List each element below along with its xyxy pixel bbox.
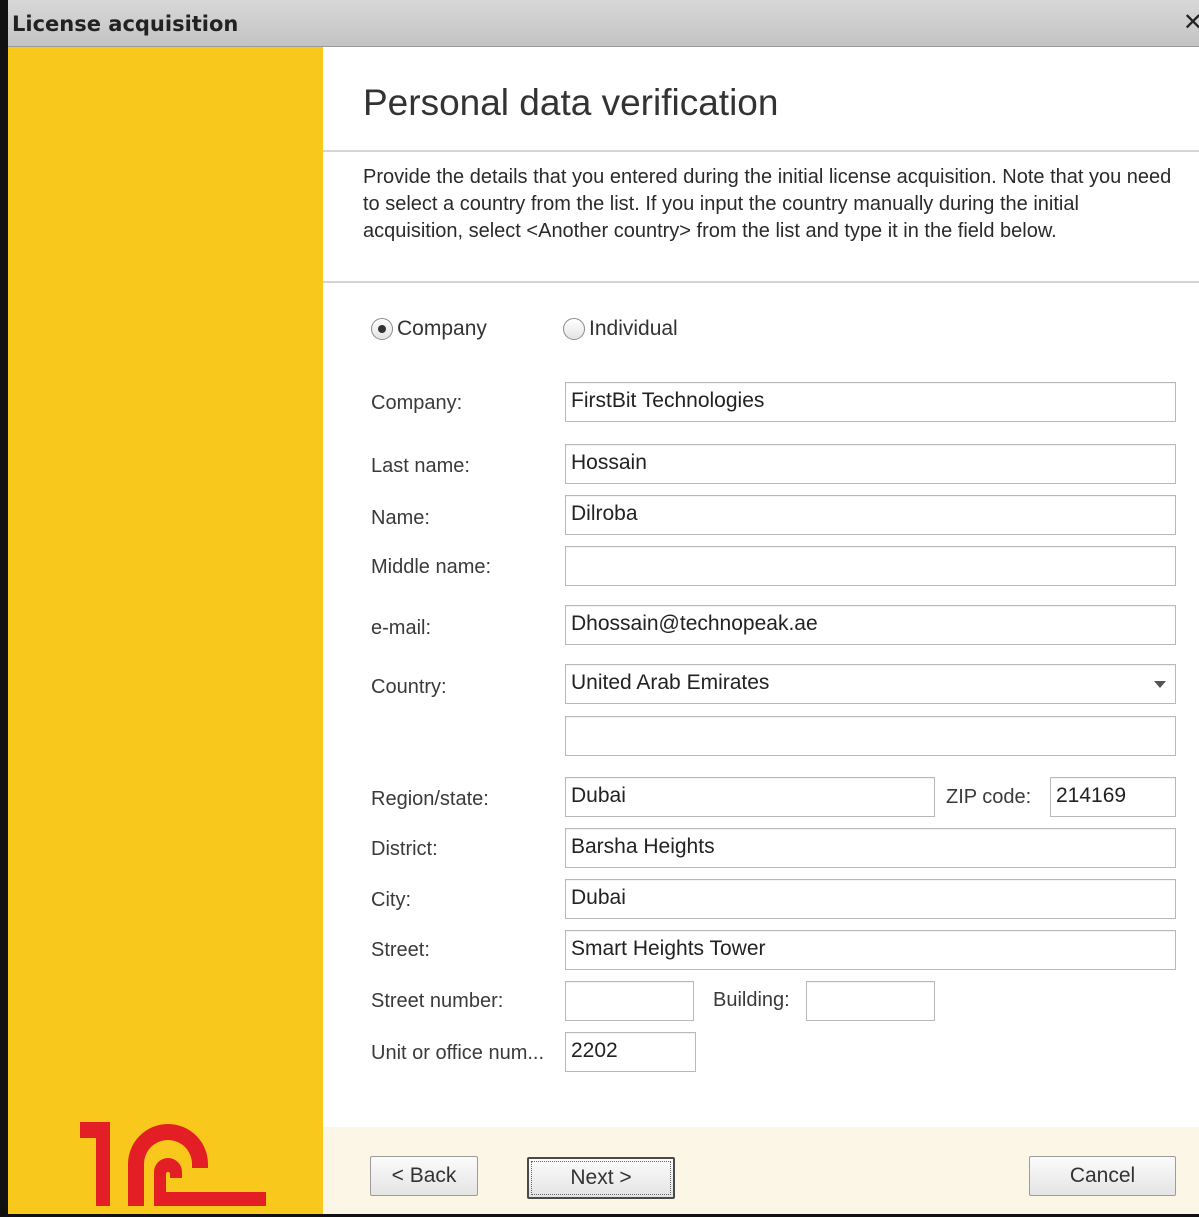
last-name-field[interactable]: Hossain (565, 444, 1176, 484)
license-acquisition-window: License acquisition ✕ Personal data veri… (0, 0, 1199, 1217)
back-button[interactable]: < Back (370, 1156, 478, 1196)
district-label: District: (371, 838, 438, 860)
close-icon[interactable]: ✕ (1183, 8, 1199, 36)
city-field[interactable]: Dubai (565, 879, 1176, 919)
chevron-down-icon (1154, 680, 1166, 688)
radio-individual-button[interactable] (563, 318, 585, 340)
next-button-label: Next > (570, 1166, 632, 1189)
title-bar: License acquisition ✕ (8, 0, 1199, 47)
radio-company-label: Company (397, 317, 487, 340)
country-label: Country: (371, 676, 447, 698)
name-label: Name: (371, 507, 430, 529)
radio-company[interactable]: Company (371, 317, 487, 341)
other-country-field[interactable] (565, 716, 1176, 756)
unit-field[interactable]: 2202 (565, 1032, 696, 1072)
street-number-label: Street number: (371, 990, 504, 1012)
sidebar (8, 47, 323, 1214)
title-divider (323, 150, 1199, 152)
country-selected-value: United Arab Emirates (571, 671, 770, 694)
country-dropdown-button[interactable] (1146, 666, 1174, 702)
unit-label: Unit or office num... (371, 1042, 545, 1064)
radio-company-button[interactable] (371, 318, 393, 340)
company-label: Company: (371, 392, 463, 414)
next-button[interactable]: Next > (527, 1157, 675, 1199)
company-field[interactable]: FirstBit Technologies (565, 382, 1176, 422)
name-field[interactable]: Dilroba (565, 495, 1176, 535)
middle-name-field[interactable] (565, 546, 1176, 586)
city-label: City: (371, 889, 411, 911)
country-select[interactable]: United Arab Emirates (565, 664, 1176, 704)
street-number-field[interactable] (565, 981, 694, 1021)
radio-selected-dot (378, 325, 386, 333)
footer-button-bar: < Back Next > Cancel (323, 1127, 1199, 1214)
last-name-label: Last name: (371, 455, 470, 477)
window-title: License acquisition (12, 12, 239, 36)
main-panel: Personal data verification Provide the d… (323, 47, 1199, 1214)
radio-individual[interactable]: Individual (563, 317, 678, 341)
page-description: Provide the details that you entered dur… (363, 166, 1172, 242)
radio-individual-label: Individual (589, 317, 678, 340)
1c-logo (80, 1122, 266, 1206)
zip-field[interactable]: 214169 (1050, 777, 1176, 817)
building-field[interactable] (806, 981, 935, 1021)
region-label: Region/state: (371, 788, 489, 810)
cancel-button[interactable]: Cancel (1029, 1156, 1176, 1196)
email-field[interactable]: Dhossain@technopeak.ae (565, 605, 1176, 645)
street-label: Street: (371, 939, 430, 961)
region-field[interactable]: Dubai (565, 777, 935, 817)
middle-name-label: Middle name: (371, 556, 492, 578)
district-field[interactable]: Barsha Heights (565, 828, 1176, 868)
street-field[interactable]: Smart Heights Tower (565, 930, 1176, 970)
description-divider (323, 281, 1199, 283)
email-label: e-mail: (371, 617, 432, 639)
zip-label: ZIP code: (946, 786, 1032, 808)
building-label: Building: (713, 989, 790, 1011)
page-title: Personal data verification (363, 82, 779, 123)
